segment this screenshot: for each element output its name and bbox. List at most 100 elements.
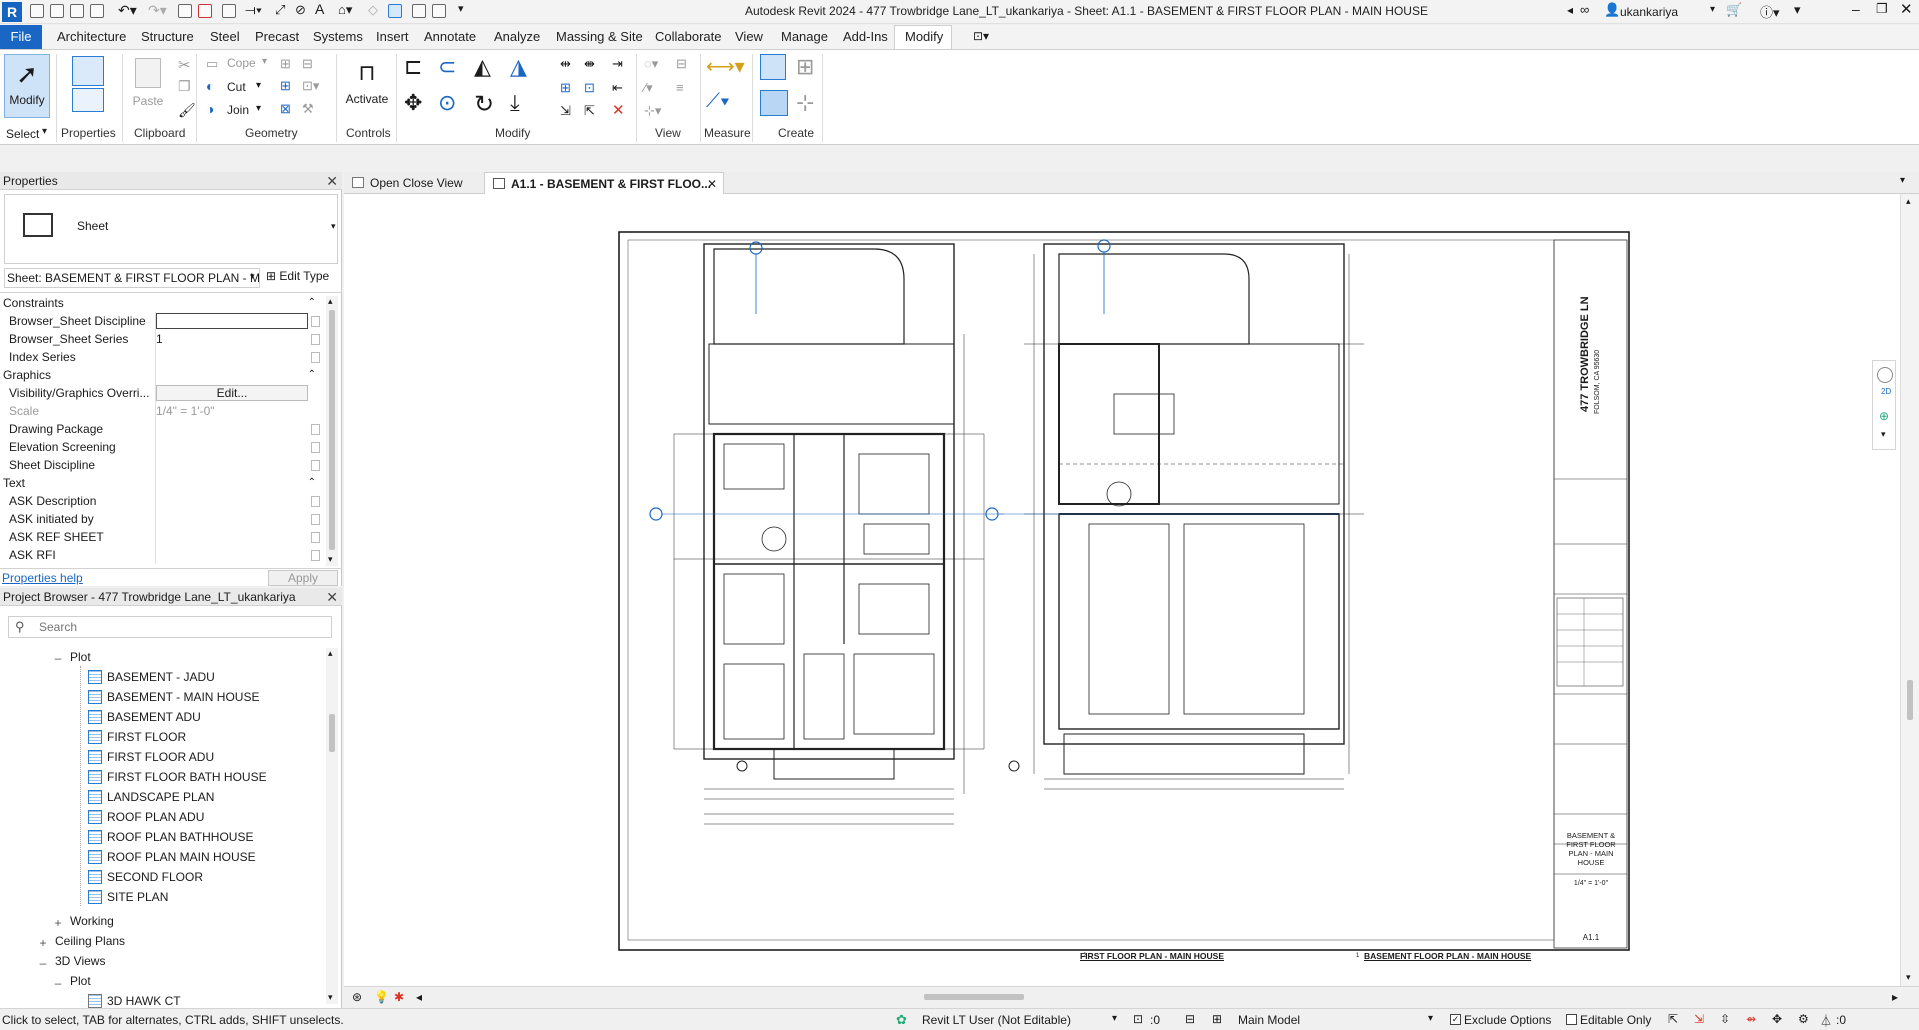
exclude-options-checkbox[interactable]: ✓: [1450, 1014, 1461, 1025]
sync-icon[interactable]: [90, 4, 104, 18]
aligned-dim-icon[interactable]: ⟋▾: [706, 90, 730, 113]
align-icon[interactable]: ⊏: [404, 54, 422, 80]
create-assembly-icon[interactable]: [760, 54, 786, 80]
instance-selector[interactable]: Sheet: BASEMENT & FIRST FLOOR PLAN - M..…: [4, 268, 260, 288]
cope-dropdown-icon[interactable]: ▾: [262, 56, 267, 67]
canvas-vertical-scrollbar[interactable]: ▴ ▾: [1900, 194, 1919, 986]
scroll-thumb[interactable]: [1907, 680, 1913, 720]
rotate-icon[interactable]: ↻: [474, 90, 494, 119]
checkbox[interactable]: [311, 334, 320, 345]
copy-element-icon[interactable]: ⊙: [438, 90, 456, 116]
close-icon[interactable]: ✕: [323, 588, 338, 605]
undo-icon[interactable]: ↶▾: [118, 2, 137, 19]
group-graphics[interactable]: Graphics ⌃: [0, 366, 320, 384]
mirror-pick-axis-icon[interactable]: ◭: [474, 54, 491, 80]
tree-node-view[interactable]: FIRST FLOOR: [107, 728, 186, 746]
print-preview-icon[interactable]: [198, 4, 212, 18]
checkbox[interactable]: [311, 442, 320, 453]
browser-scrollbar[interactable]: ▴ ▾: [326, 648, 338, 1004]
linework-icon[interactable]: ⁄▾: [644, 80, 653, 96]
select-pinned-icon[interactable]: ⇳: [1720, 1012, 1730, 1026]
print-icon[interactable]: [178, 4, 192, 18]
help-icon[interactable]: ⓘ▾: [1760, 2, 1780, 21]
scroll-down-icon[interactable]: ▾: [328, 554, 333, 565]
tab-analyze[interactable]: Analyze: [494, 29, 540, 44]
hide-icon[interactable]: ◌▾: [644, 56, 658, 72]
help-menu-icon[interactable]: ▾: [1794, 2, 1801, 18]
tab-manage[interactable]: Manage: [781, 29, 828, 44]
measure-between-icon[interactable]: ⟷▾: [706, 54, 745, 79]
type-dropdown-icon[interactable]: ▾: [331, 221, 336, 232]
group-constraints[interactable]: Constraints ⌃: [0, 294, 320, 312]
split-element-icon[interactable]: ⇹: [560, 56, 571, 72]
split-gap-icon[interactable]: ⇼: [584, 56, 595, 72]
scroll-up-icon[interactable]: ▴: [1906, 196, 1911, 207]
properties-scrollbar[interactable]: ▴ ▾: [326, 296, 338, 566]
tree-node-ceiling-plans[interactable]: Ceiling Plans: [55, 932, 125, 950]
mirror-draw-axis-icon[interactable]: ◮: [510, 54, 527, 80]
tab-structure[interactable]: Structure: [141, 29, 194, 44]
create-parts-icon[interactable]: ⊞: [796, 54, 814, 80]
properties-button[interactable]: [64, 54, 112, 118]
tree-node-view[interactable]: FIRST FLOOR ADU: [107, 748, 214, 766]
checkbox[interactable]: [311, 352, 320, 363]
reveal-hidden-icon[interactable]: 💡: [374, 990, 389, 1004]
beam-join-icon[interactable]: ⊠: [280, 101, 291, 117]
tab-sheet-a1-1[interactable]: A1.1 - BASEMENT & FIRST FLOO... ✕: [484, 172, 724, 194]
model-dropdown-icon[interactable]: ▾: [1428, 1013, 1433, 1024]
tab-precast[interactable]: Precast: [255, 29, 299, 44]
tree-node-view[interactable]: BASEMENT ADU: [107, 708, 201, 726]
collapse-icon[interactable]: –: [38, 956, 48, 970]
tag-icon[interactable]: ⤢: [275, 2, 285, 18]
workset-dropdown-icon[interactable]: ▾: [1112, 1013, 1117, 1024]
scroll-right-icon[interactable]: ▸: [1892, 990, 1898, 1004]
scroll-left-icon[interactable]: ◂: [416, 990, 422, 1004]
trim-extend-icon[interactable]: ⤓: [510, 90, 520, 116]
editable-only-checkbox[interactable]: [1566, 1014, 1577, 1025]
cut-geometry-icon[interactable]: ◐: [206, 78, 214, 94]
checkbox[interactable]: [311, 550, 320, 561]
match-type-icon[interactable]: 🖌: [178, 102, 196, 119]
select-links-icon[interactable]: ⇱: [1668, 1012, 1678, 1026]
collapse-icon[interactable]: –: [53, 976, 63, 990]
split-face-icon[interactable]: ⊞: [280, 56, 291, 72]
tree-node-view[interactable]: ROOF PLAN MAIN HOUSE: [107, 848, 256, 866]
design-option-model[interactable]: Main Model: [1238, 1013, 1300, 1027]
tab-collaborate[interactable]: Collaborate: [655, 29, 722, 44]
paint-icon[interactable]: ⊟: [302, 56, 313, 72]
cart-icon[interactable]: 🛒: [1726, 2, 1742, 18]
trim-single-icon[interactable]: ⇱: [584, 103, 595, 119]
filter-selection-icon[interactable]: ⏃: [1820, 1012, 1832, 1029]
zoom-icon[interactable]: ⊕: [1879, 409, 1889, 423]
selection-box-icon[interactable]: ⊹▾: [644, 103, 661, 119]
apply-button[interactable]: Apply: [268, 570, 338, 586]
move-icon[interactable]: ✥: [404, 90, 422, 116]
user-name[interactable]: ukankariya: [1620, 5, 1678, 19]
checkbox[interactable]: [311, 460, 320, 471]
offset-icon[interactable]: ⊂: [438, 54, 456, 80]
revit-logo[interactable]: R: [2, 2, 22, 22]
measure-icon[interactable]: [222, 4, 236, 18]
select-underlay-icon[interactable]: ⇲: [1694, 1012, 1704, 1026]
thin-lines-icon[interactable]: [388, 4, 402, 18]
design-options-icon[interactable]: ⊞: [1212, 1012, 1222, 1026]
prop-value-input[interactable]: [156, 313, 308, 329]
collapse-icon[interactable]: ⌃: [308, 294, 316, 312]
background-process-icon[interactable]: ⚙: [1798, 1012, 1809, 1026]
scroll-thumb[interactable]: [329, 310, 335, 550]
tree-node-3d-views[interactable]: 3D Views: [55, 952, 105, 970]
expand-icon[interactable]: +: [38, 936, 48, 950]
tab-annotate[interactable]: Annotate: [424, 29, 476, 44]
tab-insert[interactable]: Insert: [376, 29, 409, 44]
tab-massing-site[interactable]: Massing & Site: [556, 29, 643, 44]
scale-icon[interactable]: ⊡: [584, 80, 595, 96]
file-menu[interactable]: File: [0, 25, 42, 49]
cut-dropdown-icon[interactable]: ▾: [256, 80, 261, 91]
default-3d-icon[interactable]: ⌂▾: [338, 2, 352, 18]
tree-node-view[interactable]: BASEMENT - JADU: [107, 668, 215, 686]
restore-icon[interactable]: ❐: [1876, 1, 1888, 17]
tab-open-close-view[interactable]: Open Close View: [344, 172, 484, 194]
sun-path-icon[interactable]: ⊛: [352, 990, 362, 1004]
open-icon[interactable]: [50, 4, 64, 18]
user-dropdown-icon[interactable]: ▾: [1710, 4, 1715, 15]
